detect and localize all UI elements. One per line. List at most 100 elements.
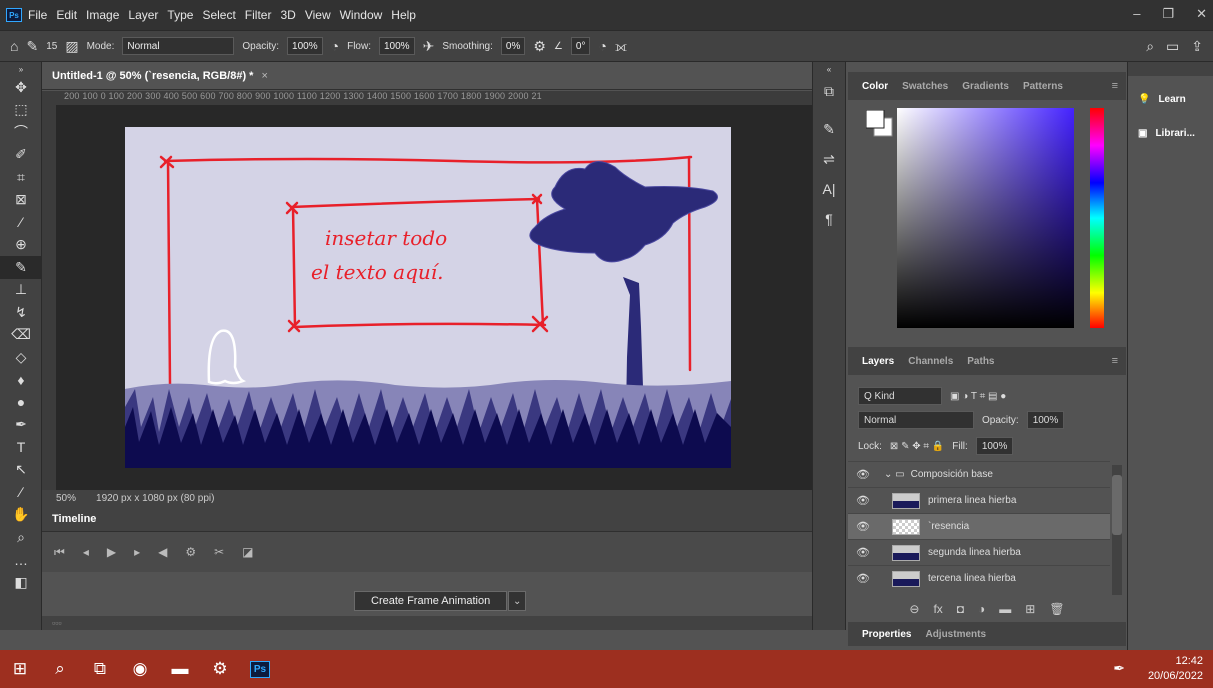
filter-icons[interactable]: ▣ ◑ T ⌗ ▤ ● [950,391,1006,402]
clone-stamp-icon[interactable]: ⊥ [0,279,42,302]
tab-gradients[interactable]: Gradients [962,81,1009,92]
adjustments-icon[interactable]: ⇌ [813,144,845,174]
first-frame-icon[interactable]: ⏮ [54,545,65,560]
marquee-tool-icon[interactable]: ⬚ [0,99,42,122]
layers-scrollbar[interactable] [1112,465,1122,595]
document-tab[interactable]: Untitled-1 @ 50% (`resencia, RGB/8#) * × [42,62,812,90]
menu-edit[interactable]: Edit [56,8,77,22]
search-icon[interactable]: ⌕ [1146,38,1154,55]
audio-icon[interactable]: ◀ [158,545,167,559]
pen-icon[interactable]: ✒ [1113,660,1125,677]
menu-select[interactable]: Select [202,8,235,22]
brush-tool-icon[interactable]: ✎ [0,256,42,279]
adjustment-layer-icon[interactable]: ◑ [978,602,985,616]
clock[interactable]: 12:42 20/06/2022 [1148,654,1203,684]
layer-name[interactable]: `resencia [928,521,969,532]
lock-icons[interactable]: ⊠ ✎ ✥ ⌗ 🔒 [890,441,944,452]
eraser-icon[interactable]: ⌫ [0,324,42,347]
document-info[interactable]: 1920 px x 1080 px (80 ppi) [96,493,214,504]
pressure-opacity-icon[interactable]: ◔ [331,38,339,54]
lasso-tool-icon[interactable]: ⌒ [0,121,42,144]
menu-type[interactable]: Type [167,8,193,22]
task-view-icon[interactable]: ⧉ [80,650,120,688]
share-icon[interactable]: ⇪ [1191,38,1203,55]
crop-tool-icon[interactable]: ⌗ [0,166,42,189]
file-explorer-icon[interactable]: ▬ [160,650,200,688]
tab-adjustments[interactable]: Adjustments [925,629,986,640]
windows-start-icon[interactable]: ⊞ [0,650,40,688]
shape-tool-icon[interactable]: ∕ [0,481,42,504]
menu-window[interactable]: Window [340,8,383,22]
mask-icon[interactable]: ◘ [957,602,964,616]
tab-paths[interactable]: Paths [967,356,994,367]
opacity-field[interactable]: 100% [287,37,323,55]
zoom-tool-icon[interactable]: ⌕ [0,526,42,549]
chrome-icon[interactable]: ◉ [120,650,160,688]
menu-layer[interactable]: Layer [128,8,158,22]
close-icon[interactable]: ✕ [1196,6,1207,22]
layer-name[interactable]: primera linea hierba [928,495,1016,506]
collapse-icon[interactable]: » [0,62,42,76]
eye-icon[interactable]: 👁 [848,546,878,559]
layer-opacity-field[interactable]: 100% [1026,411,1065,429]
libraries-item[interactable]: ▣ Librari... [1128,116,1213,150]
workspace-icon[interactable]: ▭ [1166,38,1179,55]
menu-3d[interactable]: 3D [280,8,295,22]
home-icon[interactable]: ⌂ [10,38,18,54]
mode-select[interactable]: Normal [122,37,235,55]
group-name[interactable]: Composición base [911,469,993,480]
healing-brush-icon[interactable]: ⊕ [0,234,42,257]
settings-icon[interactable]: ⚙ [200,650,240,688]
artwork-canvas[interactable]: insetar todo el texto aquí. [125,127,731,468]
more-tools-icon[interactable]: … [0,549,42,572]
menu-view[interactable]: View [305,8,331,22]
eyedropper-icon[interactable]: ⁄ [0,211,42,234]
minimize-icon[interactable]: – [1133,6,1140,22]
frames-icon[interactable]: ▫▫▫ [52,618,62,628]
new-group-icon[interactable]: ▬ [999,602,1011,616]
close-tab-icon[interactable]: × [261,70,267,82]
blur-tool-icon[interactable]: ♦ [0,369,42,392]
zoom-level[interactable]: 50% [56,493,76,504]
chevron-down-icon[interactable]: ⌄ [508,591,527,611]
panel-menu-icon[interactable]: ≡ [1112,355,1118,367]
hue-slider[interactable] [1090,108,1104,328]
color-picker-field[interactable] [897,108,1074,328]
learn-item[interactable]: 💡 Learn [1128,82,1213,116]
color-swatches-icon[interactable]: ◧ [0,571,42,594]
tab-channels[interactable]: Channels [908,356,953,367]
new-layer-icon[interactable]: ⊞ [1025,602,1035,616]
frame-tool-icon[interactable]: ⊠ [0,189,42,212]
canvas-area[interactable]: insetar todo el texto aquí. [56,105,812,490]
fx-icon[interactable]: fx [933,602,942,616]
photoshop-taskbar-icon[interactable]: Ps [240,650,280,688]
layer-name[interactable]: segunda linea hierba [928,547,1021,558]
play-icon[interactable]: ▶ [107,545,116,559]
split-icon[interactable]: ✂ [214,545,224,559]
type-tool-icon[interactable]: T [0,436,42,459]
angle-field[interactable]: 0° [570,37,591,55]
transition-icon[interactable]: ◪ [242,545,253,559]
flow-field[interactable]: 100% [379,37,415,55]
restore-icon[interactable]: ❐ [1162,6,1174,22]
next-frame-icon[interactable]: ▸ [134,545,140,559]
tab-color[interactable]: Color [862,81,888,92]
dodge-tool-icon[interactable]: ● [0,391,42,414]
gear-icon[interactable]: ⚙ [533,38,546,55]
layer-name[interactable]: tercena linea hierba [928,573,1016,584]
quick-select-icon[interactable]: ✐ [0,144,42,167]
search-icon[interactable]: ⌕ [40,650,80,688]
airbrush-icon[interactable]: ✈ [423,38,435,55]
eye-icon[interactable]: 👁 [848,468,878,481]
kind-filter[interactable]: Q Kind [858,387,942,405]
brush-size[interactable]: 15 [46,41,57,52]
layer-row[interactable]: 👁 primera linea hierba [848,487,1110,513]
hand-tool-icon[interactable]: ✋ [0,504,42,527]
history-icon[interactable]: ⧉ [813,76,845,106]
move-tool-icon[interactable]: ✥ [0,76,42,99]
menu-help[interactable]: Help [391,8,416,22]
tab-swatches[interactable]: Swatches [902,81,948,92]
symmetry-icon[interactable]: ⟗ [615,38,627,55]
panel-menu-icon[interactable]: ≡ [1112,80,1118,92]
eye-icon[interactable]: 👁 [848,520,878,533]
